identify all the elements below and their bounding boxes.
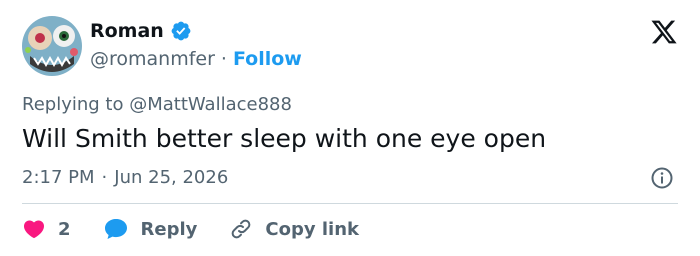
heart-icon bbox=[22, 217, 46, 241]
reply-label: Reply bbox=[140, 218, 198, 240]
handle[interactable]: @romanmfer bbox=[90, 48, 215, 70]
link-icon bbox=[229, 217, 253, 241]
tweet-card: Roman @romanmfer · Follow Replying to @M… bbox=[0, 0, 700, 256]
x-logo-icon[interactable] bbox=[650, 18, 678, 46]
verified-badge-icon bbox=[170, 20, 192, 42]
replying-to-line: Replying to @MattWallace888 bbox=[22, 94, 292, 115]
timestamp[interactable]: 2:17 PM · Jun 25, 2026 bbox=[22, 167, 228, 188]
replying-to-handle[interactable]: @MattWallace888 bbox=[129, 94, 292, 115]
reply-button[interactable]: Reply bbox=[103, 217, 230, 241]
like-button[interactable]: 2 bbox=[22, 217, 103, 241]
divider bbox=[22, 203, 678, 204]
replying-prefix: Replying to bbox=[22, 94, 124, 115]
timestamp-separator: · bbox=[101, 167, 108, 188]
tweet-text: Will Smith better sleep with one eye ope… bbox=[22, 124, 547, 153]
handle-row: @romanmfer · Follow bbox=[90, 48, 302, 70]
like-count: 2 bbox=[58, 218, 71, 240]
follow-button[interactable]: Follow bbox=[233, 48, 302, 70]
display-name[interactable]: Roman bbox=[90, 20, 164, 42]
tweet-time: 2:17 PM bbox=[22, 167, 95, 188]
copy-link-label: Copy link bbox=[265, 218, 359, 240]
tweet-date: Jun 25, 2026 bbox=[114, 167, 229, 188]
info-icon[interactable] bbox=[650, 166, 674, 190]
separator: · bbox=[220, 48, 227, 70]
avatar[interactable] bbox=[22, 16, 82, 76]
action-bar: 2 Reply Copy link bbox=[22, 216, 359, 242]
reply-bubble-icon bbox=[103, 217, 129, 241]
name-row: Roman bbox=[90, 20, 192, 42]
copy-link-button[interactable]: Copy link bbox=[229, 217, 359, 241]
